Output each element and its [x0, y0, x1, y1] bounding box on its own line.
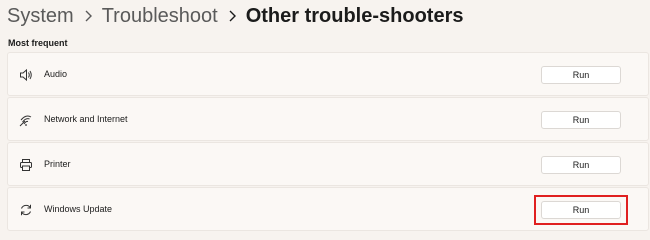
breadcrumb-troubleshoot[interactable]: Troubleshoot [102, 5, 218, 28]
speaker-icon [18, 67, 34, 83]
run-windows-update-button[interactable]: Run [541, 201, 621, 219]
breadcrumb: System Troubleshoot Other trouble-shoote… [7, 2, 463, 30]
troubleshooter-row-windows-update: Windows Update Run [7, 187, 649, 231]
refresh-icon [18, 202, 34, 218]
chevron-right-icon [84, 10, 92, 22]
troubleshooter-label: Network and Internet [44, 114, 128, 124]
breadcrumb-system[interactable]: System [7, 5, 74, 28]
chevron-right-icon [228, 10, 236, 22]
run-network-button[interactable]: Run [541, 111, 621, 129]
section-title: Most frequent [8, 38, 68, 48]
run-printer-button[interactable]: Run [541, 156, 621, 174]
troubleshooter-label: Audio [44, 69, 68, 79]
troubleshooter-label: Printer [44, 159, 71, 169]
wifi-icon [18, 112, 34, 128]
page-title: Other trouble-shooters [245, 4, 464, 27]
troubleshooter-label: Windows Update [44, 204, 113, 214]
run-audio-button[interactable]: Run [541, 66, 621, 84]
troubleshooter-row-audio: Audio Run [7, 52, 649, 96]
printer-icon [18, 157, 34, 173]
troubleshooter-row-printer: Printer Run [7, 142, 649, 186]
troubleshooter-list: Audio Run Network and Internet Run Print… [7, 52, 649, 232]
troubleshooter-row-network: Network and Internet Run [7, 97, 649, 141]
